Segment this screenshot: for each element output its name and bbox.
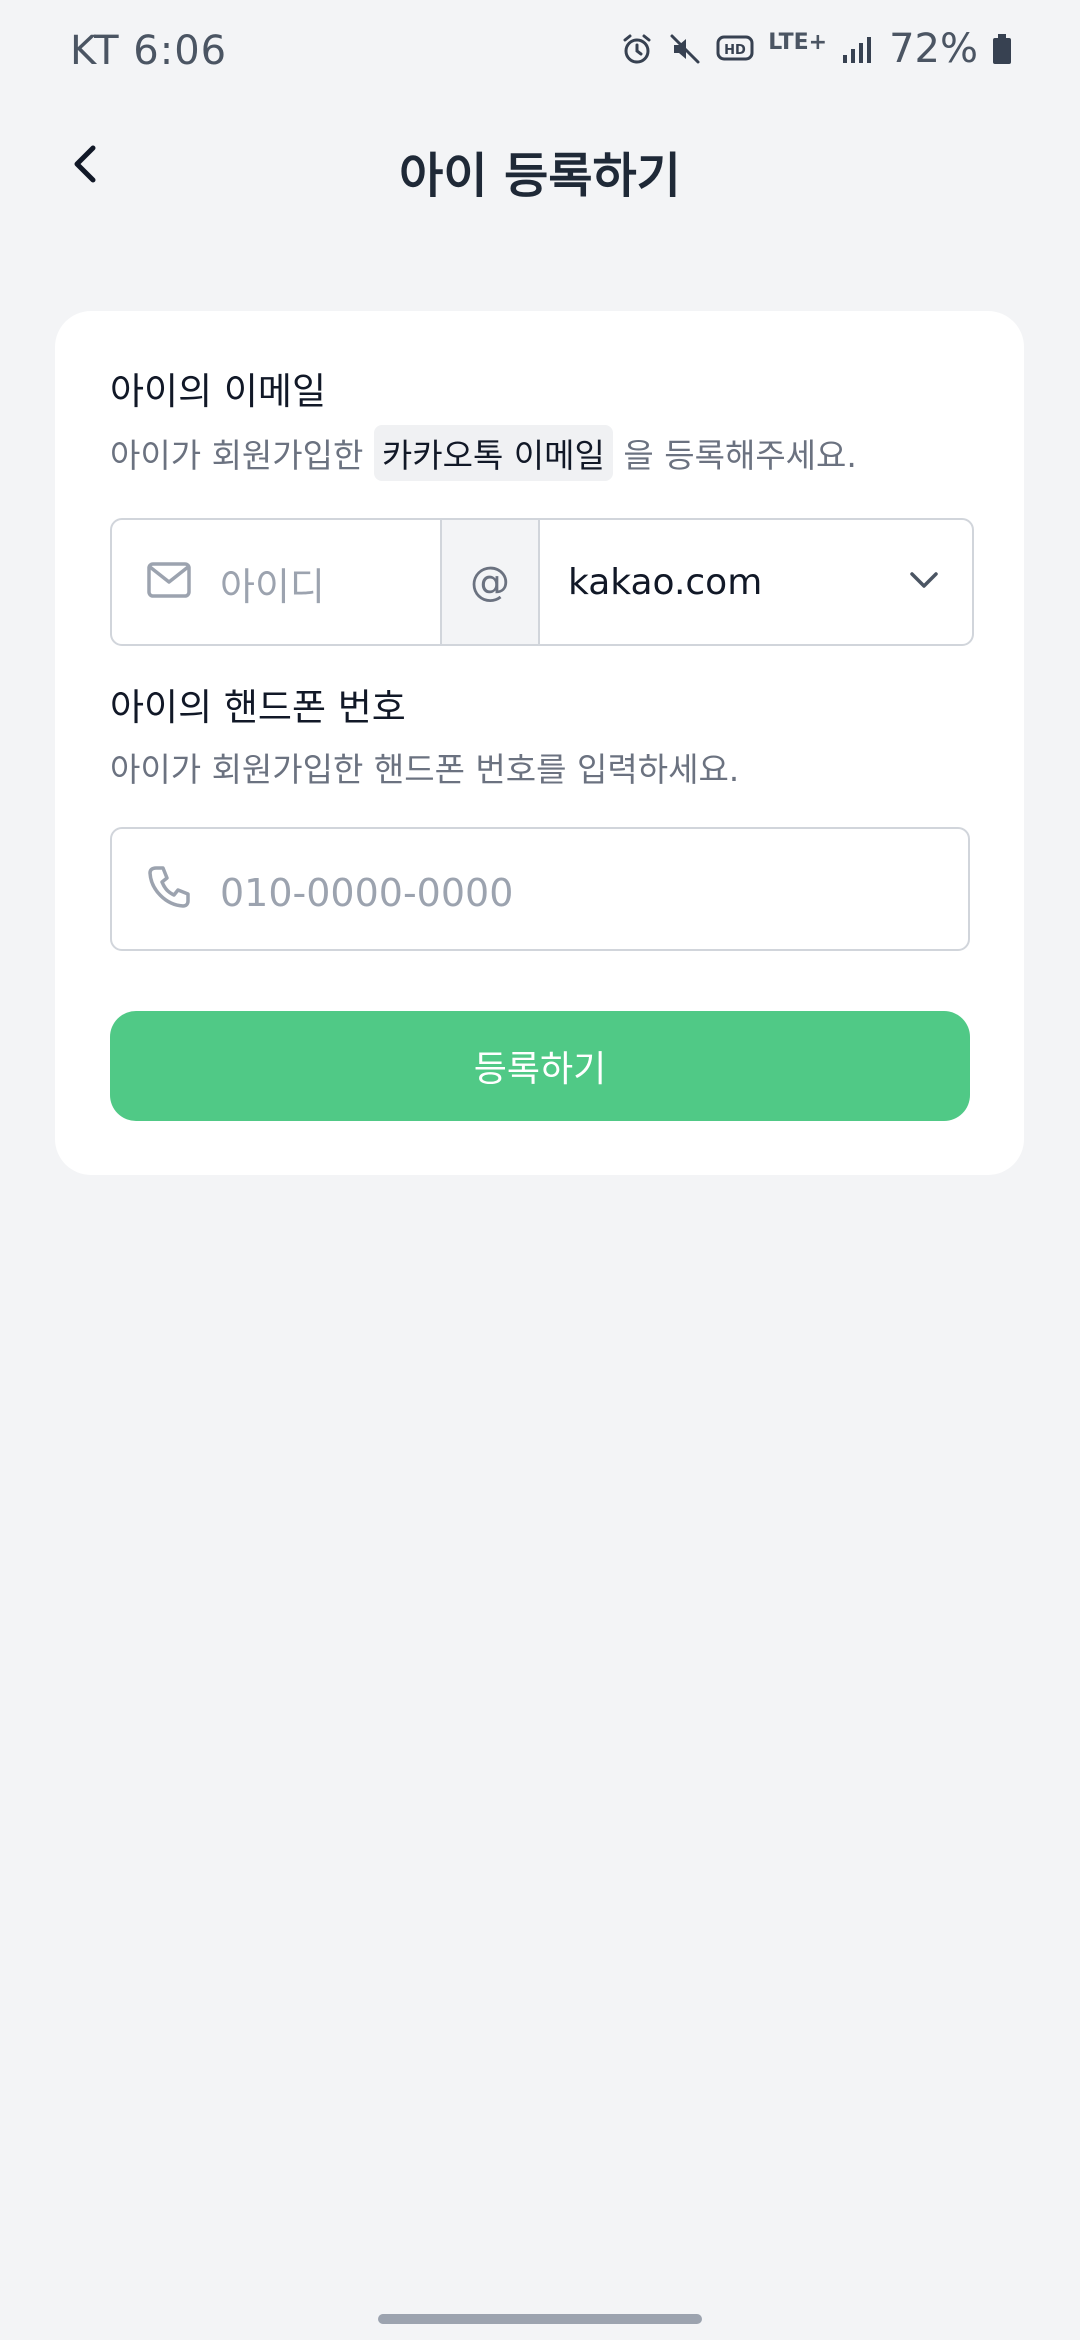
phone-input[interactable] bbox=[218, 862, 922, 916]
battery-percentage: 72% bbox=[889, 26, 978, 72]
hd-icon: HD bbox=[716, 34, 754, 64]
chevron-down-icon bbox=[908, 570, 940, 594]
svg-text:HD: HD bbox=[724, 43, 746, 58]
status-bar: KT 6:06 HD LTE+ 72% bbox=[0, 0, 1080, 104]
battery-icon bbox=[992, 32, 1012, 66]
signal-icon bbox=[841, 33, 873, 65]
email-domain-select[interactable]: kakao.com bbox=[540, 520, 972, 644]
mute-icon bbox=[668, 32, 702, 66]
app-header: 아이 등록하기 bbox=[0, 116, 1080, 216]
carrier-time: KT 6:06 bbox=[70, 28, 228, 74]
at-sign: @ bbox=[440, 520, 540, 644]
mail-icon bbox=[146, 561, 192, 603]
status-icons: HD LTE+ 72% bbox=[620, 26, 1012, 72]
phone-input-group[interactable] bbox=[110, 827, 970, 951]
registration-card: 아이의 이메일 아이가 회원가입한 카카오톡 이메일 을 등록해주세요. @ k… bbox=[55, 311, 1024, 1175]
alarm-icon bbox=[620, 32, 654, 66]
email-desc-highlight: 카카오톡 이메일 bbox=[373, 425, 613, 481]
email-desc-prefix: 아이가 회원가입한 bbox=[110, 436, 364, 475]
home-indicator[interactable] bbox=[378, 2314, 702, 2324]
email-desc-suffix: 을 등록해주세요. bbox=[623, 436, 857, 475]
phone-section-desc: 아이가 회원가입한 핸드폰 번호를 입력하세요. bbox=[110, 750, 740, 789]
email-section-label: 아이의 이메일 bbox=[110, 370, 327, 413]
email-id-input[interactable] bbox=[218, 554, 422, 610]
email-domain-value: kakao.com bbox=[568, 561, 763, 603]
phone-icon bbox=[146, 864, 192, 914]
page-title: 아이 등록하기 bbox=[399, 148, 681, 204]
lte-icon: LTE+ bbox=[768, 30, 828, 55]
email-input-group: @ kakao.com bbox=[110, 518, 974, 646]
email-section-desc: 아이가 회원가입한 카카오톡 이메일 을 등록해주세요. bbox=[110, 425, 857, 481]
email-id-field[interactable] bbox=[112, 520, 440, 644]
phone-section-label: 아이의 핸드폰 번호 bbox=[110, 686, 406, 729]
register-button[interactable]: 등록하기 bbox=[110, 1011, 970, 1121]
